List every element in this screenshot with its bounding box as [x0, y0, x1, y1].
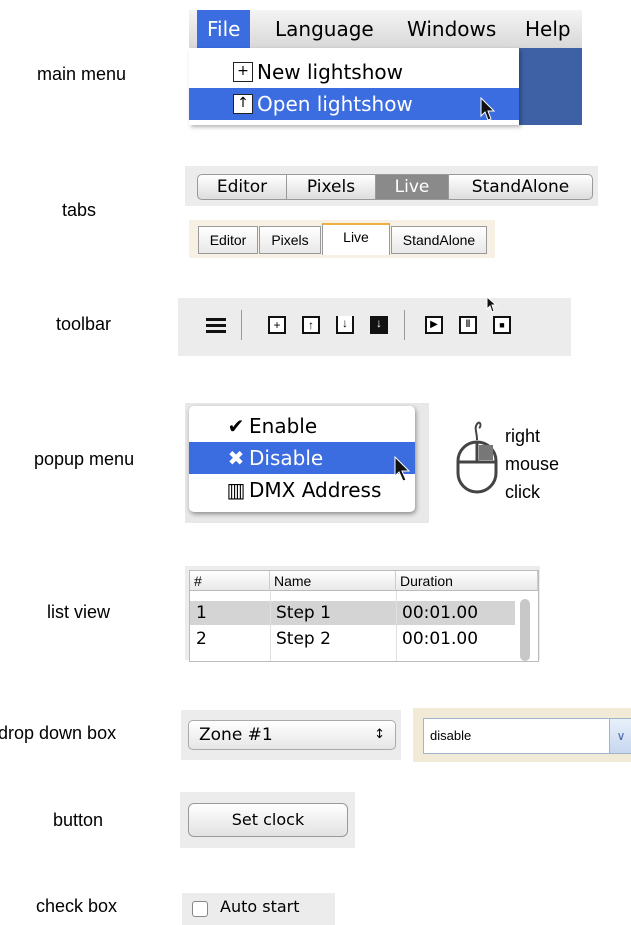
label-list-view: list view [47, 602, 111, 622]
mouse-icon [456, 421, 498, 494]
pause-icon[interactable]: ‖ [459, 316, 477, 334]
column-divider [396, 591, 397, 661]
tab-editor[interactable]: Editor [198, 226, 258, 254]
tab-live[interactable]: Live [375, 174, 449, 200]
chevron-down-icon[interactable]: ∨ [609, 719, 631, 753]
menu-windows[interactable]: Windows [407, 17, 496, 41]
tab-standalone[interactable]: StandAlone [448, 174, 593, 200]
column-divider [270, 591, 271, 661]
set-clock-button[interactable]: Set clock [188, 803, 348, 837]
label-drop-down-box: drop down box [0, 723, 117, 743]
popup-menu: ✔ Enable ✖ Disable ▥ DMX Address [189, 406, 415, 512]
open-file-icon[interactable]: ↑ [302, 316, 320, 334]
mouse-cursor-icon [394, 456, 411, 482]
toolbar-separator [241, 310, 242, 340]
download-icon[interactable]: ↓ [336, 316, 354, 334]
dropdown-value: Zone #1 [199, 725, 273, 745]
play-icon[interactable]: ▶ [425, 316, 443, 334]
label-check-box: check box [36, 896, 118, 916]
updown-arrow-icon: ↕ [374, 727, 385, 742]
zone-dropdown[interactable]: Zone #1 ↕ [188, 720, 396, 750]
auto-start-checkbox[interactable] [192, 901, 208, 917]
new-file-icon: + [233, 62, 253, 82]
scrollbar-thumb[interactable] [520, 599, 530, 661]
column-header-duration[interactable]: Duration [396, 571, 538, 591]
tab-pixels[interactable]: Pixels [259, 226, 321, 254]
column-header-number[interactable]: # [190, 571, 270, 591]
mouse-hint-click: click [505, 482, 540, 502]
new-file-icon[interactable]: + [268, 316, 286, 334]
desktop-background [519, 48, 582, 125]
save-icon[interactable]: ↓ [370, 316, 388, 334]
menu-help[interactable]: Help [525, 17, 571, 41]
check-icon: ✔ [227, 414, 245, 438]
mouse-hint-right: right [505, 426, 541, 446]
tab-live[interactable]: Live [322, 223, 390, 255]
dropdown-value: disable [430, 728, 472, 743]
menu-item-open-lightshow[interactable]: ↑ Open lightshow [189, 88, 519, 120]
label-button: button [53, 810, 104, 830]
table-row[interactable]: 2 Step 2 00:01.00 [190, 627, 515, 651]
toolbar-separator [404, 310, 405, 340]
tabs-classic-style: Editor Pixels Live StandAlone [189, 220, 495, 258]
stop-icon[interactable]: ■ [493, 316, 511, 334]
file-menu-dropdown: + New lightshow ↑ Open lightshow [189, 48, 519, 125]
mouse-hint-mouse: mouse [505, 454, 560, 474]
mouse-cursor-icon [480, 97, 496, 121]
menu-item-new-lightshow[interactable]: + New lightshow [189, 56, 519, 88]
x-icon: ✖ [227, 446, 245, 470]
menu-icon[interactable] [206, 318, 226, 334]
popup-item-enable[interactable]: ✔ Enable [189, 410, 415, 442]
label-toolbar: toolbar [56, 314, 112, 334]
menu-language[interactable]: Language [275, 17, 374, 41]
label-tabs: tabs [62, 200, 97, 220]
table-row[interactable]: 1 Step 1 00:01.00 [190, 601, 515, 625]
popup-item-disable[interactable]: ✖ Disable [189, 442, 415, 474]
mouse-cursor-icon [486, 296, 498, 313]
label-main-menu: main menu [37, 64, 127, 84]
tab-standalone[interactable]: StandAlone [391, 226, 487, 254]
open-file-icon: ↑ [233, 94, 253, 114]
menu-file[interactable]: File [197, 10, 251, 48]
tab-editor[interactable]: Editor [197, 174, 287, 200]
dmx-icon: ▥ [226, 478, 246, 502]
tabs-mac-style: Editor Pixels Live StandAlone [185, 166, 598, 206]
column-header-name[interactable]: Name [270, 571, 396, 591]
state-dropdown[interactable]: disable ∨ [423, 718, 631, 754]
popup-item-dmx-address[interactable]: ▥ DMX Address [189, 474, 415, 506]
main-menubar: File Language Windows Help [189, 10, 582, 49]
toolbar: + ↑ ↓ ↓ ▶ ‖ ■ [178, 296, 571, 356]
auto-start-label: Auto start [220, 897, 300, 916]
label-popup-menu: popup menu [34, 449, 135, 469]
list-view: # Name Duration 1 Step 1 00:01.00 2 Step… [189, 570, 539, 662]
tab-pixels[interactable]: Pixels [286, 174, 376, 200]
